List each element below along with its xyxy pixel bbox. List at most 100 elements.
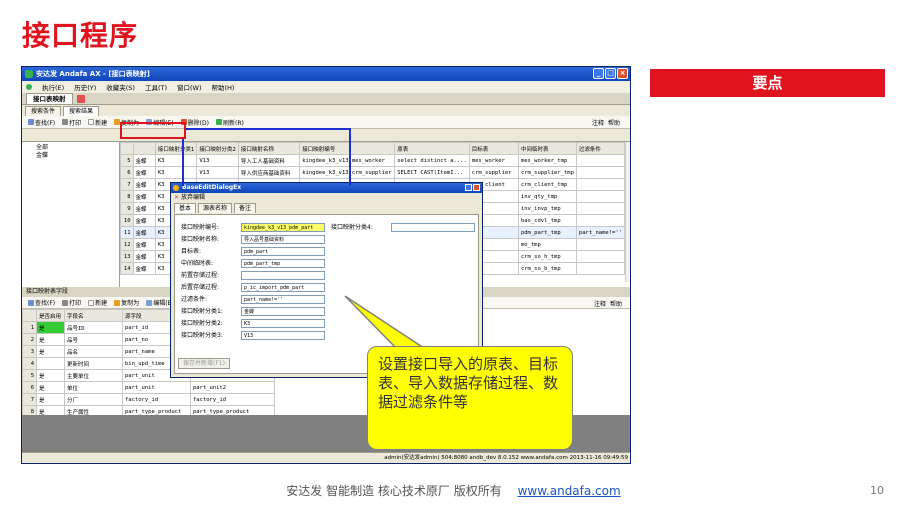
- field-input[interactable]: 导入品号基础资料: [241, 235, 325, 244]
- tab-basic[interactable]: 基本: [174, 203, 197, 213]
- table-cell[interactable]: 导入供应商基础资料: [237, 166, 301, 179]
- refresh-button[interactable]: 刷新(R): [214, 118, 246, 127]
- column-header[interactable]: [22, 309, 37, 322]
- table-cell[interactable]: bas_cdvl_tmp: [517, 214, 577, 227]
- minimize-button[interactable]: _: [593, 68, 604, 79]
- table-cell[interactable]: 金蝶: [132, 166, 156, 179]
- table-cell[interactable]: 金蝶: [132, 262, 156, 275]
- table-cell[interactable]: 金蝶: [132, 154, 156, 167]
- table-cell[interactable]: 是: [36, 369, 65, 382]
- table-cell[interactable]: SELECT CAST(ItemI...: [394, 166, 470, 179]
- vertical-scrollbar[interactable]: [625, 142, 630, 282]
- menu-window[interactable]: 窗口(W): [177, 82, 202, 92]
- table-cell[interactable]: crm_so_h_tmp: [517, 250, 577, 263]
- table-cell[interactable]: 是: [36, 333, 65, 346]
- table-row[interactable]: 5 金蝶 K3 V13 导入工人基础资料 kingdee_k3_v13_mes_worke…: [120, 154, 625, 167]
- table-cell[interactable]: 5: [120, 154, 134, 167]
- tree-node-kingdee[interactable]: 金蝶: [26, 152, 115, 160]
- cancel-edit-button[interactable]: 放弃编辑: [181, 193, 205, 203]
- table-cell[interactable]: 是: [36, 381, 65, 394]
- table-cell[interactable]: kingdee_k3_v13_mes_worker: [299, 154, 396, 167]
- table-cell[interactable]: 主要单位: [64, 369, 123, 382]
- tab-search-results[interactable]: 搜索结果: [63, 106, 100, 116]
- column-header[interactable]: 接口映射编号: [299, 142, 396, 155]
- tab-remarks[interactable]: 备注: [234, 203, 257, 213]
- delete-button[interactable]: 删除(D): [179, 118, 211, 127]
- field-input[interactable]: part_name!='': [241, 295, 325, 304]
- menu-favorites[interactable]: 收藏夹(S): [106, 82, 135, 92]
- table-cell[interactable]: 是: [36, 321, 65, 334]
- table-cell[interactable]: 2: [22, 333, 37, 346]
- close-tab-icon[interactable]: [76, 94, 85, 103]
- tab-search-criteria[interactable]: 搜索条件: [25, 106, 62, 116]
- table-cell[interactable]: kingdee_k3_v13_crm_supplier: [299, 166, 396, 179]
- field-input[interactable]: p_ic_import_pdm_part: [241, 283, 325, 292]
- table-cell[interactable]: 3: [22, 345, 37, 358]
- table-cell[interactable]: 14: [120, 262, 134, 275]
- table-cell[interactable]: 导入工人基础资料: [237, 154, 301, 167]
- table-cell[interactable]: [575, 202, 625, 215]
- menu-history[interactable]: 历史(Y): [74, 82, 96, 92]
- column-header[interactable]: 中间临时表: [517, 142, 577, 155]
- table-cell[interactable]: factory_id: [190, 393, 275, 406]
- table-cell[interactable]: 金蝶: [132, 214, 156, 227]
- menu-execute[interactable]: 执行(E): [42, 82, 64, 92]
- table-cell[interactable]: [575, 250, 625, 263]
- table-cell[interactable]: [575, 178, 625, 191]
- field-help-button[interactable]: 帮助: [610, 299, 622, 308]
- table-cell[interactable]: select distinct a....: [394, 154, 470, 167]
- column-header[interactable]: [120, 142, 134, 155]
- annotate-button[interactable]: 注释: [592, 118, 604, 127]
- table-cell[interactable]: pdm_part_tmp: [517, 226, 577, 239]
- table-cell[interactable]: 7: [120, 178, 134, 191]
- field-copy-button[interactable]: 复制为: [112, 298, 141, 307]
- table-cell[interactable]: 单位: [64, 381, 123, 394]
- table-cell[interactable]: part_unit: [122, 381, 191, 394]
- table-cell[interactable]: 金蝶: [132, 238, 156, 251]
- table-cell[interactable]: [575, 214, 625, 227]
- copy-as-button[interactable]: 复制为: [112, 118, 141, 127]
- category4-input[interactable]: [391, 223, 475, 232]
- table-cell[interactable]: 12: [120, 238, 134, 251]
- table-cell[interactable]: 9: [120, 202, 134, 215]
- table-row[interactable]: 6 金蝶 K3 V13 导入供应商基础资料 kingdee_k3_v13_crm_supp…: [120, 166, 625, 179]
- table-cell[interactable]: mes_worker: [468, 154, 519, 167]
- close-button[interactable]: ×: [617, 68, 628, 79]
- field-input[interactable]: [241, 271, 325, 280]
- column-header[interactable]: 字段名: [64, 309, 123, 322]
- column-header[interactable]: [132, 142, 156, 155]
- table-cell[interactable]: 6: [22, 381, 37, 394]
- column-header[interactable]: 过滤条件: [575, 142, 625, 155]
- field-input[interactable]: V13: [241, 331, 325, 340]
- field-input[interactable]: kingdee_k3_v13_pdm_part: [241, 223, 325, 232]
- table-cell[interactable]: 金蝶: [132, 190, 156, 203]
- table-cell[interactable]: inv_invp_tmp: [517, 202, 577, 215]
- menu-tools[interactable]: 工具(T): [145, 82, 167, 92]
- table-cell[interactable]: K3: [154, 154, 198, 167]
- dialog-maximize-button[interactable]: [465, 184, 472, 191]
- tree-node-all[interactable]: 全部: [26, 144, 115, 152]
- find-button[interactable]: 查找(F): [26, 118, 57, 127]
- column-header[interactable]: 接口映射分类1: [154, 142, 198, 155]
- table-cell[interactable]: part_name!='': [575, 226, 625, 239]
- field-input[interactable]: 金蝶: [241, 307, 325, 316]
- dialog-close-button[interactable]: [473, 184, 480, 191]
- new-button[interactable]: 新建: [86, 118, 109, 127]
- table-cell[interactable]: crm_so_b_tmp: [517, 262, 577, 275]
- field-input[interactable]: K3: [241, 319, 325, 328]
- table-cell[interactable]: 是: [36, 393, 65, 406]
- field-input[interactable]: pdm_part: [241, 247, 325, 256]
- edit-button[interactable]: 编辑(E): [144, 118, 175, 127]
- table-cell[interactable]: 金蝶: [132, 178, 156, 191]
- table-cell[interactable]: mes_worker_tmp: [517, 154, 577, 167]
- table-cell[interactable]: V13: [196, 166, 239, 179]
- table-row[interactable]: 6 是单位 part_unit part_unit2: [22, 381, 275, 394]
- table-cell[interactable]: 分厂: [64, 393, 123, 406]
- table-cell[interactable]: 1: [22, 321, 37, 334]
- field-new-button[interactable]: 新建: [86, 298, 109, 307]
- table-cell[interactable]: [575, 238, 625, 251]
- save-and-new-button[interactable]: 保存并新增(F1): [178, 358, 230, 369]
- table-cell[interactable]: 金蝶: [132, 202, 156, 215]
- column-header[interactable]: 接口映射分类2: [196, 142, 239, 155]
- table-cell[interactable]: 4: [22, 357, 37, 370]
